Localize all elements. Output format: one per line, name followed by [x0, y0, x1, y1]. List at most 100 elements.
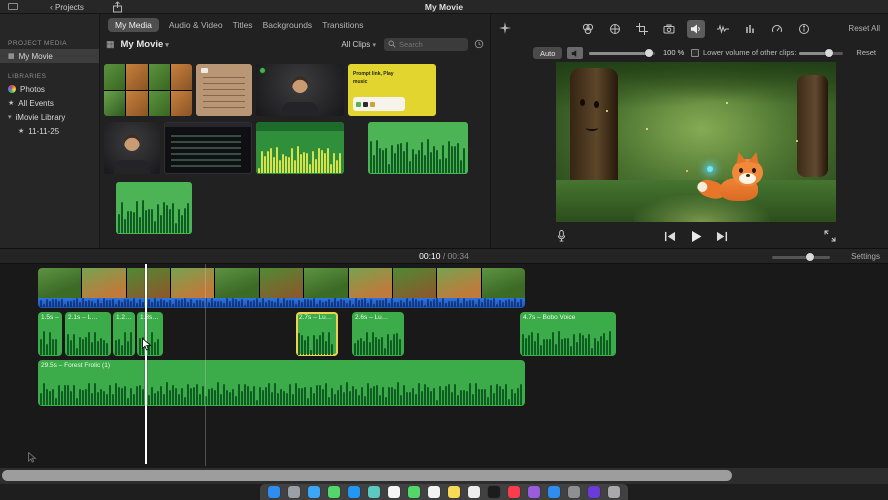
dock-icon-mail[interactable] — [348, 486, 360, 498]
info-icon[interactable] — [795, 20, 813, 38]
sidebar: PROJECT MEDIA ▦ My Movie LIBRARIES Photo… — [0, 14, 100, 248]
tab-my-media[interactable]: My Media — [108, 18, 159, 32]
back-to-projects-button[interactable]: ‹ Projects — [50, 0, 84, 14]
voiceover-mic-icon[interactable] — [556, 229, 567, 243]
dock-icon-launchpad[interactable] — [288, 486, 300, 498]
speaker-button[interactable] — [567, 47, 583, 59]
lower-volume-checkbox[interactable] — [691, 49, 699, 57]
waveform — [298, 329, 336, 355]
dock-icon-podcasts[interactable] — [528, 486, 540, 498]
audio-clip-6[interactable]: 2.6s – Lu… — [352, 312, 404, 356]
playhead[interactable] — [145, 264, 147, 464]
audio-clip-bobo-voice[interactable]: 4.7s – Bobo Voice — [520, 312, 616, 356]
dock-icon-music[interactable] — [508, 486, 520, 498]
clip-size-knob[interactable] — [806, 253, 814, 261]
waveform — [115, 329, 133, 355]
auto-button[interactable]: Auto — [533, 47, 563, 59]
dock — [0, 484, 888, 500]
video-clip-filmstrip[interactable] — [38, 268, 525, 298]
dock-icon-photos[interactable] — [388, 486, 400, 498]
previous-frame-button[interactable] — [664, 231, 676, 242]
equalizer-icon[interactable] — [741, 20, 759, 38]
dock-icon-messages[interactable] — [328, 486, 340, 498]
dock-icon-calendar[interactable] — [428, 486, 440, 498]
search-box[interactable] — [384, 37, 468, 51]
audio-clip-2[interactable]: 2.1s – L… — [65, 312, 111, 356]
chevron-down-icon: ▾ — [372, 41, 376, 49]
fullscreen-icon[interactable] — [824, 230, 836, 242]
dock-icon-finder[interactable] — [268, 486, 280, 498]
thumbnail-notes[interactable] — [196, 64, 252, 116]
search-input[interactable] — [399, 39, 464, 49]
play-button[interactable] — [690, 230, 702, 243]
thumbnail-audio-clip-3[interactable] — [116, 182, 192, 234]
film-icon: ▦ — [8, 52, 15, 60]
back-label: Projects — [55, 2, 84, 12]
tab-transitions[interactable]: Transitions — [322, 20, 363, 30]
reset-button[interactable]: Reset — [856, 48, 876, 57]
volume-slider[interactable] — [589, 49, 655, 57]
dock-icon-settings[interactable] — [568, 486, 580, 498]
waveform — [522, 329, 614, 355]
audio-clip-forest-frolic[interactable]: 29.5s – Forest Frolic (1) — [38, 360, 525, 406]
dock-icon-reminders[interactable] — [468, 486, 480, 498]
next-frame-button[interactable] — [716, 231, 728, 242]
share-icon[interactable] — [112, 1, 123, 13]
tab-audio-video[interactable]: Audio & Video — [169, 20, 223, 30]
cartoon-fox — [696, 149, 780, 203]
dock-icon-appstore[interactable] — [548, 486, 560, 498]
volume-slider-knob[interactable] — [645, 49, 653, 57]
duck-slider[interactable] — [799, 49, 843, 57]
timeline-settings-button[interactable]: Settings — [851, 252, 880, 261]
sidebar-item-photos[interactable]: Photos — [0, 82, 99, 96]
dock-icon-notes[interactable] — [448, 486, 460, 498]
speed-icon[interactable] — [768, 20, 786, 38]
dock-icon-tv[interactable] — [488, 486, 500, 498]
dock-icon-facetime[interactable] — [408, 486, 420, 498]
duck-slider-knob[interactable] — [825, 49, 833, 57]
crop-icon[interactable] — [633, 20, 651, 38]
thumbnail-audio-clip-2[interactable] — [368, 122, 468, 174]
dock-icon-maps[interactable] — [368, 486, 380, 498]
horizontal-scrollbar[interactable] — [0, 468, 888, 484]
sidebar-item-my-movie[interactable]: ▦ My Movie — [0, 49, 99, 63]
stabilization-icon[interactable] — [660, 20, 678, 38]
sidebar-item-imovie-library[interactable]: ▾ iMovie Library — [0, 110, 99, 124]
clip-view-icon[interactable]: ▦ — [106, 39, 115, 49]
sidebar-item-all-events[interactable]: ★ All Events — [0, 96, 99, 110]
thumbnail-webcam-person[interactable] — [256, 64, 344, 116]
scrollbar-thumb[interactable] — [2, 470, 732, 481]
viewer-panel: Reset All Auto 100 % Lower volume of oth… — [490, 14, 888, 248]
noise-reduction-icon[interactable] — [714, 20, 732, 38]
skimmer-line — [205, 264, 206, 466]
thumbnail-webcam-person-2[interactable] — [104, 122, 160, 174]
all-clips-filter[interactable]: All Clips ▾ — [341, 40, 376, 49]
reset-all-button[interactable]: Reset All — [848, 24, 880, 33]
dock-apps — [260, 484, 628, 500]
color-balance-icon[interactable] — [579, 20, 597, 38]
thumbnail-audio-clip-1[interactable] — [256, 122, 344, 174]
main-section: PROJECT MEDIA ▦ My Movie LIBRARIES Photo… — [0, 14, 888, 248]
clip-size-slider[interactable] — [772, 253, 830, 261]
browser-title: My Movie ▾ — [120, 38, 169, 50]
sidebar-item-event-11-11-25[interactable]: ★ 11-11-25 — [0, 124, 99, 138]
color-correction-icon[interactable] — [606, 20, 624, 38]
thumbnail-screen-recording[interactable] — [164, 122, 252, 174]
tab-backgrounds[interactable]: Backgrounds — [263, 20, 313, 30]
audio-clip-3[interactable]: 1.2… — [113, 312, 135, 356]
audio-clip-1[interactable]: 1.5s – — [38, 312, 62, 356]
timeline[interactable]: 1.5s – 2.1s – L… 1.2… 1.3s… 2.7s – Lu… 2… — [0, 264, 888, 468]
volume-percent: 100 % — [663, 48, 685, 57]
thumbnail-yellow-slide[interactable]: Prompt link, Play music — [348, 64, 436, 116]
dock-icon-trash[interactable] — [608, 486, 620, 498]
tab-titles[interactable]: Titles — [233, 20, 253, 30]
enhance-icon[interactable] — [499, 22, 511, 34]
clock-icon[interactable] — [474, 39, 484, 49]
waveform — [67, 329, 109, 355]
video-audio-track[interactable] — [38, 298, 525, 308]
volume-icon[interactable] — [687, 20, 705, 38]
thumbnail-fox-montage[interactable] — [104, 64, 192, 116]
dock-icon-safari[interactable] — [308, 486, 320, 498]
dock-icon-imovie[interactable] — [588, 486, 600, 498]
audio-clip-5-selected[interactable]: 2.7s – Lu… — [296, 312, 338, 356]
